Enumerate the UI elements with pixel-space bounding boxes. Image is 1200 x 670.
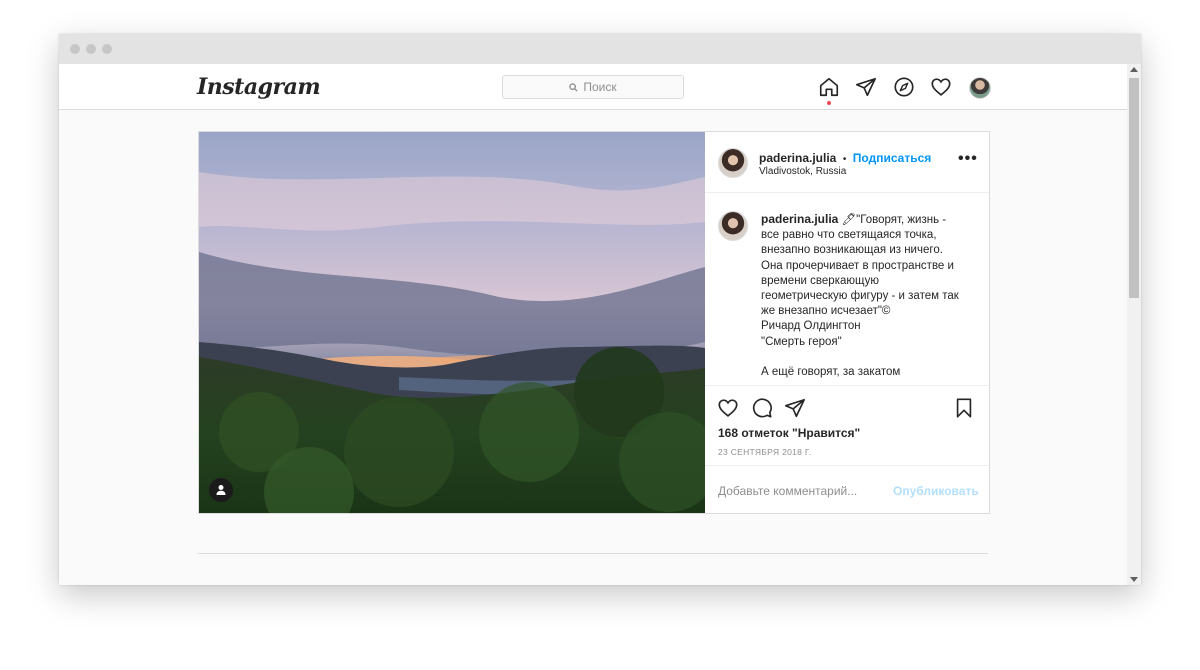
post-card: paderina.julia • Подписаться Vladivostok… (198, 131, 990, 514)
feed-divider (198, 553, 988, 554)
instagram-logo[interactable]: Instagram (197, 74, 321, 100)
share-icon[interactable] (784, 397, 806, 419)
scroll-down-arrow[interactable] (1130, 577, 1138, 582)
search-input[interactable]: Поиск (502, 75, 684, 99)
scrollbar[interactable] (1127, 64, 1141, 585)
author-avatar[interactable] (718, 148, 748, 178)
caption-author-avatar[interactable] (718, 211, 748, 241)
more-options-icon[interactable]: ••• (958, 150, 978, 168)
window-close-dot[interactable] (70, 44, 80, 54)
comment-input[interactable]: Добавьте комментарий... (718, 484, 857, 498)
pencil-emoji: 🖊 (841, 214, 857, 226)
window-zoom-dot[interactable] (102, 44, 112, 54)
browser-window: Instagram Поиск paderina.julia • Подписа… (59, 34, 1141, 585)
author-username[interactable]: paderina.julia (759, 151, 836, 165)
post-caption: paderina.julia 🖊"Говорят, жизнь - все ра… (761, 212, 966, 380)
caption-text-1: "Говорят, жизнь - все равно что светящая… (761, 214, 959, 318)
post-date[interactable]: 23 СЕНТЯБРЯ 2018 Г. (718, 447, 811, 457)
post-photo[interactable] (199, 132, 705, 513)
landscape-photo (199, 132, 705, 513)
scroll-up-arrow[interactable] (1130, 67, 1138, 72)
post-sidebar: paderina.julia • Подписаться Vladivostok… (705, 132, 989, 513)
active-indicator (827, 101, 831, 105)
top-navbar: Instagram Поиск (59, 64, 1127, 110)
explore-icon[interactable] (893, 76, 915, 98)
title-bar (59, 34, 1141, 64)
post-actions: 168 отметок "Нравится" 23 СЕНТЯБРЯ 2018 … (705, 385, 989, 466)
publish-button[interactable]: Опубликовать (893, 484, 979, 498)
direct-icon[interactable] (855, 76, 877, 98)
scroll-thumb[interactable] (1129, 78, 1139, 298)
likes-count[interactable]: 168 отметок "Нравится" (718, 426, 860, 440)
profile-avatar[interactable] (969, 77, 991, 99)
add-comment-bar: Добавьте комментарий... Опубликовать (705, 465, 989, 514)
caption-text-2: Ричард Олдингтон (761, 320, 861, 333)
caption-author-username[interactable]: paderina.julia (761, 212, 838, 226)
tagged-users-button[interactable] (209, 478, 233, 502)
author-line: paderina.julia • Подписаться (759, 149, 931, 167)
bookmark-icon[interactable] (953, 397, 975, 419)
search-placeholder: Поиск (583, 80, 617, 94)
user-icon (216, 485, 226, 495)
caption-text-3: "Смерть героя" (761, 335, 842, 348)
window-minimize-dot[interactable] (86, 44, 96, 54)
post-header: paderina.julia • Подписаться Vladivostok… (705, 132, 989, 193)
comment-icon[interactable] (751, 397, 773, 419)
activity-heart-icon[interactable] (930, 76, 952, 98)
post-location[interactable]: Vladivostok, Russia (759, 166, 846, 177)
separator-dot: • (842, 154, 847, 165)
search-icon (569, 82, 578, 92)
caption-text-4: А ещё говорят, за закатом (761, 365, 901, 378)
home-icon[interactable] (818, 76, 840, 98)
follow-button[interactable]: Подписаться (853, 151, 931, 165)
like-heart-icon[interactable] (717, 397, 739, 419)
